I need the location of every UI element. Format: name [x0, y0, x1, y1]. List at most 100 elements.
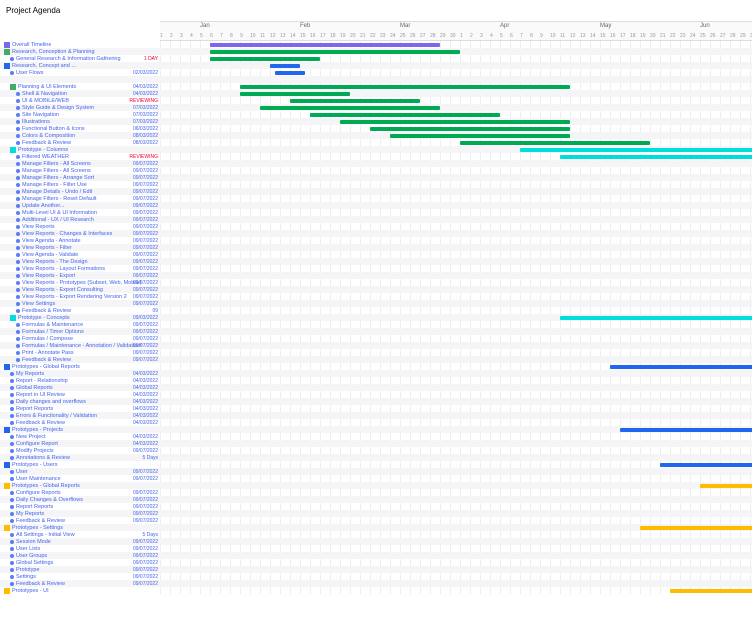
task-row[interactable]: Errors & Functionality / Validation04/03…	[0, 412, 160, 419]
task-label[interactable]: Manage Filters - All Screens	[0, 168, 91, 174]
task-label[interactable]: Prototypes - Global Reports	[0, 364, 80, 370]
task-row[interactable]: Manage Filters - All Screens09/07/2022	[0, 160, 160, 167]
task-label[interactable]: Planning & UI Elements	[0, 84, 76, 90]
task-row[interactable]: Formulas / Timer Options09/07/2022	[0, 328, 160, 335]
collapse-toggle[interactable]	[4, 483, 10, 489]
task-label[interactable]: User Maintenance	[0, 476, 61, 482]
task-label[interactable]: User Lists	[0, 546, 40, 552]
task-label[interactable]: View Reports - Export Consulting	[0, 287, 103, 293]
task-row[interactable]: Prototypes - Global Reports	[0, 363, 160, 370]
task-row[interactable]: Report - Relationship04/03/2022	[0, 377, 160, 384]
task-row[interactable]: Feedback & Review09	[0, 307, 160, 314]
task-label[interactable]: Formulas / Timer Options	[0, 329, 84, 335]
gantt-bar[interactable]	[260, 106, 440, 110]
task-label[interactable]: Colors & Composition	[0, 133, 75, 139]
task-label[interactable]: Formulas & Maintenance	[0, 322, 83, 328]
task-row[interactable]: View Reports - Changes & Interfaces09/07…	[0, 230, 160, 237]
task-row[interactable]: Site Navigation07/03/2022	[0, 111, 160, 118]
task-label[interactable]: Shell & Navigation	[0, 91, 67, 97]
gantt-bar[interactable]	[700, 484, 752, 488]
task-label[interactable]: Feedback & Review	[0, 140, 71, 146]
task-row[interactable]: Colors & Composition08/03/2022	[0, 132, 160, 139]
task-row[interactable]: Prototypes - Global Reports	[0, 482, 160, 489]
task-label[interactable]: General Research & Information Gathering	[0, 56, 121, 62]
task-label[interactable]: Feedback & Review	[0, 357, 71, 363]
task-row[interactable]: Style Guide & Design System07/03/2022	[0, 104, 160, 111]
task-row[interactable]: Manage Filters - All Screens09/07/2022	[0, 167, 160, 174]
collapse-toggle[interactable]	[4, 525, 10, 531]
task-row[interactable]: Illustrations07/03/2022	[0, 118, 160, 125]
gantt-bar[interactable]	[210, 43, 440, 47]
task-label[interactable]: View Reports - Layout Formations	[0, 266, 105, 272]
task-label[interactable]: Modify Projects	[0, 448, 54, 454]
task-row[interactable]: User Lists09/07/2022	[0, 545, 160, 552]
gantt-bar[interactable]	[640, 526, 752, 530]
task-label[interactable]: Manage Filters - All Screens	[0, 161, 91, 167]
task-row[interactable]: Report Reports04/03/2022	[0, 405, 160, 412]
gantt-bar[interactable]	[610, 365, 752, 369]
task-row[interactable]: Multi-Level UI & UI Information09/07/202…	[0, 209, 160, 216]
task-row[interactable]: Functional Button & Icons06/03/2022	[0, 125, 160, 132]
gantt-bar[interactable]	[520, 148, 752, 152]
collapse-toggle[interactable]	[4, 364, 10, 370]
task-label[interactable]: Manage Filters - Filter Use	[0, 182, 87, 188]
gantt-bar[interactable]	[290, 99, 420, 103]
task-row[interactable]: Prototype09/07/2022	[0, 566, 160, 573]
task-label[interactable]: Feedback & Review	[0, 518, 65, 524]
collapse-toggle[interactable]	[4, 49, 10, 55]
task-row[interactable]: View Reports - Prototypes (Subset, Web, …	[0, 279, 160, 286]
task-label[interactable]: View Reports - Export Rendering Version …	[0, 294, 127, 300]
task-row[interactable]: Shell & Navigation04/03/2022	[0, 90, 160, 97]
task-label[interactable]: View Agenda - Annotate	[0, 238, 81, 244]
task-row[interactable]: User Maintenance09/07/2022	[0, 475, 160, 482]
task-label[interactable]: Prototype - Concepts	[0, 315, 70, 321]
task-label[interactable]: Illustrations	[0, 119, 50, 125]
task-label[interactable]: Research, Concept and ...	[0, 63, 76, 69]
task-row[interactable]: Manage Filters - Reset Default09/07/2022	[0, 195, 160, 202]
task-row[interactable]: Manage Filters - Arrange Sort09/07/2022	[0, 174, 160, 181]
collapse-toggle[interactable]	[4, 63, 10, 69]
collapse-toggle[interactable]	[4, 462, 10, 468]
task-label[interactable]: Manage Filters - Reset Default	[0, 196, 97, 202]
task-label[interactable]: Errors & Functionality / Validation	[0, 413, 97, 419]
task-row[interactable]: Global Reports04/03/2022	[0, 384, 160, 391]
task-row[interactable]: My Reports04/03/2022	[0, 370, 160, 377]
task-label[interactable]: Print - Annotate Pass	[0, 350, 74, 356]
task-label[interactable]: Feedback & Review	[0, 420, 65, 426]
task-row[interactable]: Formulas / Compose09/07/2022	[0, 335, 160, 342]
task-row[interactable]: View Reports - Export Rendering Version …	[0, 293, 160, 300]
task-row[interactable]: Prototype - Concepts09/03/2022	[0, 314, 160, 321]
task-label[interactable]: Manage Filters - Arrange Sort	[0, 175, 94, 181]
task-row[interactable]: Report Reports09/07/2022	[0, 503, 160, 510]
task-row[interactable]: Feedback & Review08/03/2022	[0, 139, 160, 146]
task-row[interactable]: Additional - UX / UI Research09/07/2022	[0, 216, 160, 223]
gantt-bar[interactable]	[275, 71, 305, 75]
task-label[interactable]: Daily Changes & Overflows	[0, 497, 83, 503]
task-label[interactable]: Prototypes - Users	[0, 462, 58, 468]
task-row[interactable]: View Reports - Export Consulting09/07/20…	[0, 286, 160, 293]
task-row[interactable]: View Settings09/07/2022	[0, 300, 160, 307]
gantt-bar[interactable]	[670, 589, 752, 593]
gantt-bar[interactable]	[560, 155, 752, 159]
gantt-bar[interactable]	[240, 85, 570, 89]
task-row[interactable]: View Agenda - Annotate09/07/2022	[0, 237, 160, 244]
task-row[interactable]: Prototypes - Users	[0, 461, 160, 468]
task-label[interactable]: Feedback & Review	[0, 308, 71, 314]
task-row[interactable]: User Groups09/07/2022	[0, 552, 160, 559]
task-row[interactable]: Formulas / Maintenance - Annotation / Va…	[0, 342, 160, 349]
task-label[interactable]: Prototypes - UI	[0, 588, 49, 594]
task-row[interactable]: Planning & UI Elements04/03/2022	[0, 83, 160, 90]
task-label[interactable]: View Reports - Export	[0, 273, 75, 279]
task-row[interactable]: View Reports - Layout Formations09/07/20…	[0, 265, 160, 272]
task-row[interactable]: Filtered WEATHERREVIEWING	[0, 153, 160, 160]
task-row[interactable]: Prototypes - Projects	[0, 426, 160, 433]
task-label[interactable]: Session Mode	[0, 539, 51, 545]
task-label[interactable]: Overall Timeline	[0, 42, 51, 48]
gantt-bar[interactable]	[620, 428, 752, 432]
task-label[interactable]: Additional - UX / UI Research	[0, 217, 94, 223]
task-row[interactable]: View Agenda - Validate09/07/2022	[0, 251, 160, 258]
task-row[interactable]: View Reports09/07/2022	[0, 223, 160, 230]
task-row[interactable]: My Reports09/07/2022	[0, 510, 160, 517]
task-row[interactable]: Print - Annotate Pass09/07/2022	[0, 349, 160, 356]
task-label[interactable]: View Reports - Prototypes (Subset, Web, …	[0, 280, 142, 286]
